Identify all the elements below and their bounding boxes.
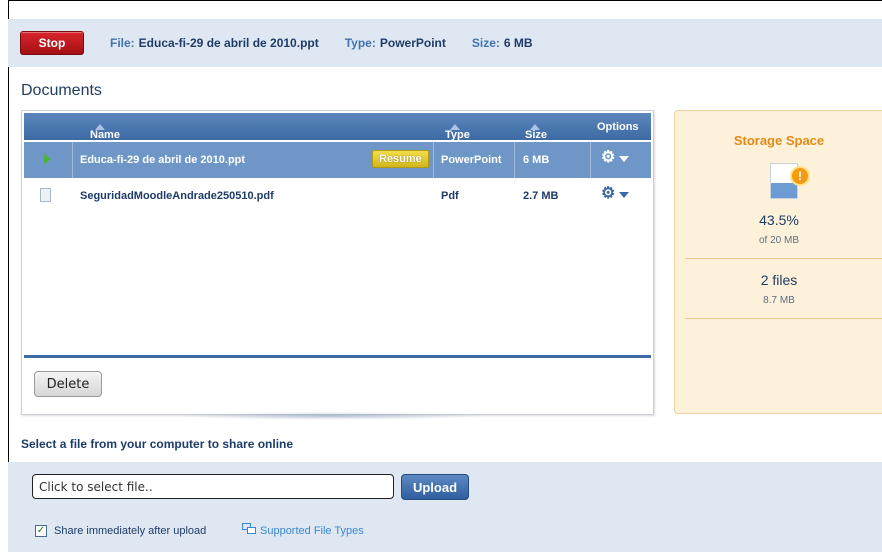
file-count: 2 files — [760, 272, 798, 288]
column-divider — [72, 142, 73, 178]
current-type: Type: PowerPoint — [345, 36, 446, 50]
table-row[interactable]: SeguridadMoodleAndrade250510.pdf Pdf 2.7… — [24, 178, 651, 214]
type-value: PowerPoint — [379, 36, 446, 50]
column-name-label: Name — [90, 129, 120, 141]
table-divider — [24, 355, 651, 358]
divider — [685, 318, 882, 319]
storage-panel: Storage Space ! 43.5% of 20 MB 2 files 8… — [674, 110, 882, 414]
delete-button[interactable]: Delete — [34, 371, 102, 397]
chevron-down-icon[interactable] — [619, 156, 629, 162]
current-file: File: Educa-fi-29 de abril de 2010.ppt — [110, 36, 319, 50]
table-header: Name Type Size Options — [24, 113, 651, 141]
gear-icon[interactable]: ⚙ — [601, 186, 615, 202]
column-divider — [433, 142, 434, 178]
row-size: 6 MB — [523, 154, 550, 166]
column-header-size[interactable]: Size — [525, 121, 547, 141]
file-select-input[interactable]: Click to select file.. — [32, 474, 394, 499]
upload-button[interactable]: Upload — [401, 474, 469, 500]
current-size: Size: 6 MB — [472, 36, 533, 50]
size-label: Size: — [471, 36, 500, 50]
files-total-size: 8.7 MB — [763, 295, 795, 306]
storage-percent: 43.5% — [759, 212, 799, 228]
supported-types-link[interactable]: Supported File Types — [260, 525, 364, 537]
column-divider — [514, 142, 515, 178]
column-header-options: Options — [597, 121, 639, 133]
row-name: SeguridadMoodleAndrade250510.pdf — [80, 190, 274, 202]
play-icon — [44, 154, 51, 164]
row-type: PowerPoint — [441, 154, 502, 166]
chevron-down-icon[interactable] — [619, 192, 629, 198]
divider — [685, 258, 882, 259]
row-type: Pdf — [441, 190, 459, 202]
upload-area: Click to select file.. Upload ✓ Share im… — [8, 462, 882, 552]
panel-shadow — [180, 412, 480, 420]
share-checkbox[interactable]: ✓ — [35, 525, 47, 537]
column-header-type[interactable]: Type — [445, 121, 470, 141]
file-icon — [40, 188, 51, 202]
row-size: 2.7 MB — [523, 190, 559, 202]
column-header-name[interactable]: Name — [90, 121, 120, 141]
storage-total: of 20 MB — [758, 235, 800, 246]
gear-icon[interactable]: ⚙ — [601, 150, 615, 166]
share-checkbox-label: Share immediately after upload — [54, 525, 207, 537]
file-label: File: — [110, 36, 135, 50]
type-label: Type: — [344, 36, 376, 50]
column-type-label: Type — [445, 129, 470, 141]
upload-title: Select a file from your computer to shar… — [21, 437, 294, 451]
column-divider — [590, 142, 591, 178]
file-value: Educa-fi-29 de abril de 2010.ppt — [138, 36, 319, 50]
row-name: Educa-fi-29 de abril de 2010.ppt — [80, 154, 246, 166]
storage-usage-fill — [771, 183, 797, 198]
warning-icon: ! — [790, 166, 810, 186]
size-value: 6 MB — [503, 36, 533, 50]
upload-status-bar: Stop File: Educa-fi-29 de abril de 2010.p… — [8, 19, 882, 67]
documents-panel: Name Type Size Options Educa-fi-29 de ab… — [21, 110, 654, 415]
resume-button[interactable]: Resume — [372, 150, 429, 168]
documents-title: Documents — [21, 82, 102, 99]
windows-icon — [242, 523, 256, 534]
column-size-label: Size — [525, 129, 548, 141]
storage-title: Storage Space — [733, 133, 825, 148]
stop-button[interactable]: Stop — [20, 31, 84, 55]
table-row[interactable]: Educa-fi-29 de abril de 2010.ppt Resume … — [24, 142, 651, 178]
